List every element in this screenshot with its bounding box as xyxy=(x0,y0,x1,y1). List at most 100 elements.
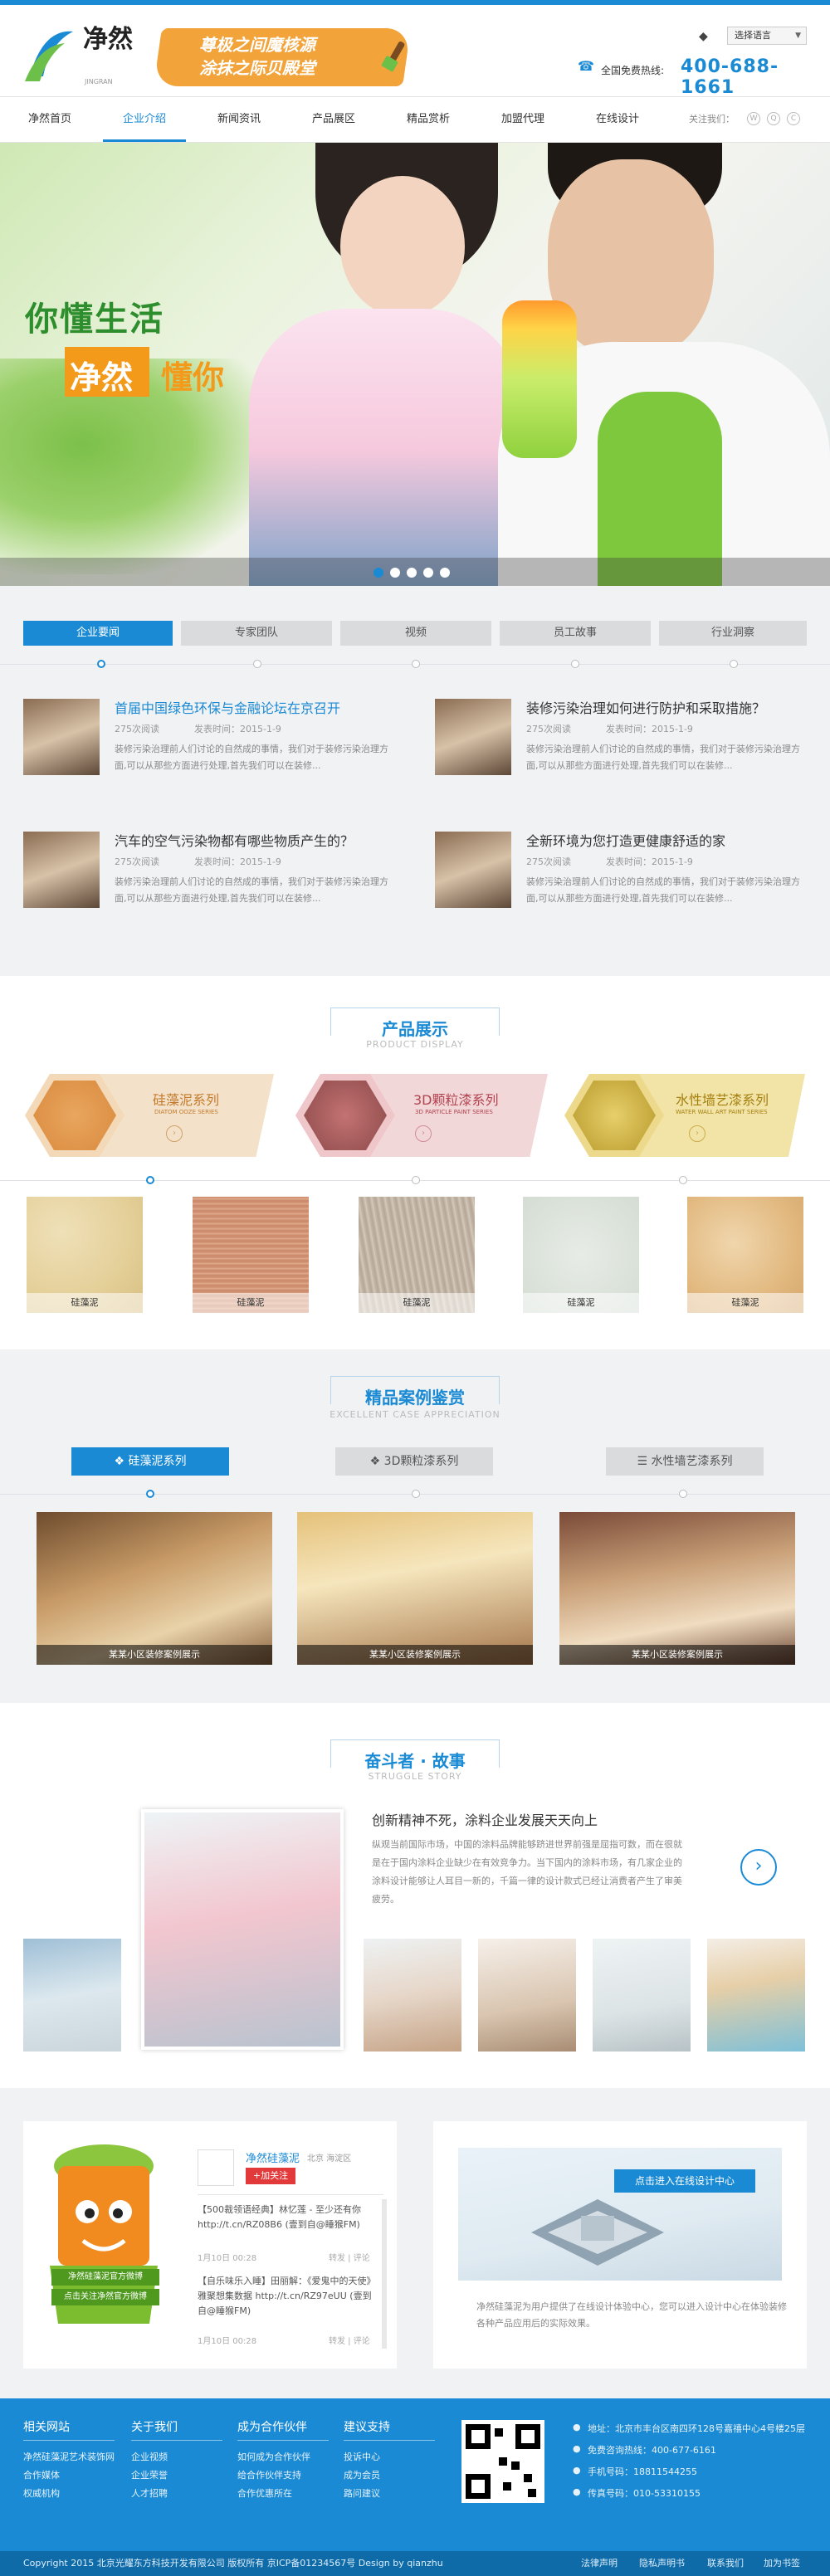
footer-link-privacy[interactable]: 隐私声明书 xyxy=(639,2551,685,2576)
footer-col-divider xyxy=(237,2440,329,2441)
footer-link[interactable]: 企业荣誉 xyxy=(131,2468,168,2481)
design-center-button[interactable]: 点击进入在线设计中心 xyxy=(614,2169,755,2193)
weibo-avatar[interactable] xyxy=(198,2149,234,2186)
story-thumb-4[interactable] xyxy=(593,1939,691,2052)
nav-item-home[interactable]: 净然首页 xyxy=(8,97,91,142)
phone-icon: ☎ xyxy=(578,58,594,74)
story-main-photo[interactable] xyxy=(141,1809,344,2050)
nav-item-products[interactable]: 产品展区 xyxy=(292,97,375,142)
news-thumb[interactable] xyxy=(435,699,511,775)
footer-link[interactable]: 路问建议 xyxy=(344,2486,380,2500)
slogan-line1: 尊极之间魔核源 xyxy=(199,35,315,55)
tab-indicator-1 xyxy=(97,660,105,668)
chevron-right-icon[interactable]: › xyxy=(166,1125,183,1142)
footer-contact: 免费咨询热线：400-677-6161 xyxy=(588,2445,716,2456)
logo-text[interactable]: 净然 xyxy=(83,27,133,53)
location-icon: ● xyxy=(573,2422,581,2432)
follow-button[interactable]: +加关注 xyxy=(246,2168,295,2184)
news-title[interactable]: 汽车的空气污染物都有哪些物质产生的？ xyxy=(115,830,354,850)
footer-link[interactable]: 合作媒体 xyxy=(23,2468,60,2481)
case-image-3[interactable]: 某某小区装修案例展示 xyxy=(559,1512,795,1665)
case-caption: 某某小区装修案例展示 xyxy=(297,1645,533,1665)
texture-swatch-5[interactable]: 硅藻泥 xyxy=(687,1197,803,1313)
tab-video[interactable]: 视频 xyxy=(340,621,491,646)
weibo-icon[interactable]: W xyxy=(747,112,760,125)
story-thumb-5[interactable] xyxy=(707,1939,805,2052)
weibo-post-date: 1月10日 00:28 xyxy=(198,2337,257,2346)
nav-item-news[interactable]: 新闻资讯 xyxy=(198,97,281,142)
case-image-2[interactable]: 某某小区装修案例展示 xyxy=(297,1512,533,1665)
tab-company-news[interactable]: 企业要闻 xyxy=(23,621,173,646)
story-thumb-1[interactable] xyxy=(23,1939,121,2052)
next-arrow-button[interactable]: › xyxy=(740,1849,777,1886)
mobile-icon: ● xyxy=(573,2465,581,2476)
products-subtitle: PRODUCT DISPLAY xyxy=(366,1039,464,1050)
mascot-caption-2[interactable]: 点击关注净然官方微博 xyxy=(51,2289,159,2305)
slide-dot-2[interactable] xyxy=(390,568,400,578)
paintbrush-icon xyxy=(381,41,405,72)
weibo-post-actions[interactable]: 转发 | 评论 xyxy=(329,2251,370,2263)
footer-link[interactable]: 给合作伙伴支持 xyxy=(237,2468,301,2481)
news-date: 发表时间：2015-1-9 xyxy=(606,724,693,734)
language-select[interactable]: 选择语言 ▼ xyxy=(727,27,807,45)
footer-link[interactable]: 投诉中心 xyxy=(344,2450,380,2463)
footer-link[interactable]: 成为会员 xyxy=(344,2468,380,2481)
footer-link-bookmark[interactable]: 加为书签 xyxy=(764,2551,800,2576)
news-thumb[interactable] xyxy=(23,832,100,908)
footer-link[interactable]: 如何成为合作伙伴 xyxy=(237,2450,310,2463)
tab-case-3d[interactable]: ❖ 3D颗粒漆系列 xyxy=(335,1447,493,1476)
chevron-down-icon: ▼ xyxy=(795,32,801,40)
case-image-1[interactable]: 某某小区装修案例展示 xyxy=(37,1512,272,1665)
footer-link-contact[interactable]: 联系我们 xyxy=(707,2551,744,2576)
slide-dot-3[interactable] xyxy=(407,568,417,578)
house-model-icon xyxy=(531,2199,664,2266)
texture-swatch-1[interactable]: 硅藻泥 xyxy=(27,1197,143,1313)
footer-link[interactable]: 权威机构 xyxy=(23,2486,60,2500)
logo-icon[interactable] xyxy=(23,23,76,85)
tab-staff-story[interactable]: 员工故事 xyxy=(500,621,651,646)
slide-dot-5[interactable] xyxy=(440,568,450,578)
weibo-post-text: 【500裁领语经典】林忆莲 - 至少还有你 http://t.cn/RZ08B6… xyxy=(198,2204,361,2230)
weibo-post-actions[interactable]: 转发 | 评论 xyxy=(329,2334,370,2346)
list-icon: ☰ xyxy=(637,1455,652,1468)
texture-swatch-4[interactable]: 硅藻泥 xyxy=(523,1197,639,1313)
nav-item-design[interactable]: 在线设计 xyxy=(576,97,659,142)
footer-link[interactable]: 净然硅藻泥艺术装饰网 xyxy=(23,2450,115,2463)
case-indicator-3 xyxy=(679,1490,687,1498)
texture-swatch-2[interactable]: 硅藻泥 xyxy=(193,1197,309,1313)
story-body: 纵观当前国际市场，中国的涂料品牌能够跻进世界前强是屈指可数，而在很就是在于国内涂… xyxy=(372,1839,682,1905)
news-title[interactable]: 首届中国绿色环保与金融论坛在京召开 xyxy=(115,697,340,717)
logo-subtext: JINGRAN xyxy=(85,78,113,85)
footer-link[interactable]: 合作优惠所在 xyxy=(237,2486,292,2500)
chevron-right-icon[interactable]: › xyxy=(689,1125,706,1142)
news-title[interactable]: 全新环境为您打造更健康舒适的家 xyxy=(526,830,725,850)
tab-case-water[interactable]: ☰ 水性墙艺漆系列 xyxy=(606,1447,764,1476)
paint-bucket-mascot[interactable] xyxy=(33,2133,174,2340)
story-thumb-2[interactable] xyxy=(364,1939,461,2052)
tab-case-diatom[interactable]: ❖ 硅藻泥系列 xyxy=(71,1447,229,1476)
nav-item-about[interactable]: 企业介绍 xyxy=(103,97,186,142)
tab-indicator-3 xyxy=(412,660,420,668)
tencent-icon[interactable]: Q xyxy=(767,112,780,125)
news-thumb[interactable] xyxy=(435,832,511,908)
wechat-icon[interactable]: C xyxy=(787,112,800,125)
tab-industry[interactable]: 行业洞察 xyxy=(659,621,807,646)
footer-link-legal[interactable]: 法律声明 xyxy=(581,2551,618,2576)
news-title[interactable]: 装修污染治理如何进行防护和采取措施？ xyxy=(526,697,765,717)
chevron-right-icon[interactable]: › xyxy=(415,1125,432,1142)
nav-item-franchise[interactable]: 加盟代理 xyxy=(481,97,564,142)
weibo-scrollbar[interactable] xyxy=(382,2199,387,2349)
footer-link[interactable]: 人才招聘 xyxy=(131,2486,168,2500)
tab-experts[interactable]: 专家团队 xyxy=(181,621,332,646)
story-thumb-3[interactable] xyxy=(478,1939,576,2052)
footer-link[interactable]: 企业视频 xyxy=(131,2450,168,2463)
story-headline[interactable]: 创新精神不死，涂料企业发展天天向上 xyxy=(372,1809,598,1829)
news-thumb[interactable] xyxy=(23,699,100,775)
weibo-account-name[interactable]: 净然硅藻泥 xyxy=(246,2149,300,2165)
case-caption: 某某小区装修案例展示 xyxy=(559,1645,795,1665)
nav-item-cases[interactable]: 精品赏析 xyxy=(387,97,470,142)
texture-swatch-3[interactable]: 硅藻泥 xyxy=(359,1197,475,1313)
slide-dot-1[interactable] xyxy=(374,568,383,578)
slide-dot-4[interactable] xyxy=(423,568,433,578)
news-desc: 装修污染治理前人们讨论的自然成的事情，我们对于装修污染治理方面,可以从那些方面进… xyxy=(115,744,388,771)
